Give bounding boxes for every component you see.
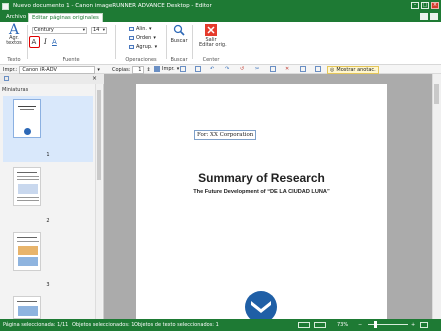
close-button[interactable]: × (431, 2, 439, 9)
maximize-button[interactable]: □ (421, 2, 429, 9)
settings-icon[interactable] (430, 13, 438, 20)
selected-text-object[interactable]: For: XX Corporation (194, 130, 257, 140)
show-annotations-button[interactable]: ◎ Mostrar anotac. (327, 66, 379, 74)
ribbon-tabs: Archivo Editar páginas originales (0, 12, 441, 22)
font-color-icon: A (32, 38, 37, 46)
font-select[interactable]: Century ▾ (32, 27, 87, 34)
app-icon (2, 2, 9, 10)
tab-editar-paginas[interactable]: Editar páginas originales (28, 13, 103, 22)
group-center: Salir Editar orig. Center (194, 24, 228, 63)
close-icon (205, 24, 217, 36)
underline-color-button[interactable]: A (52, 38, 57, 46)
search-button[interactable]: Buscar (169, 24, 189, 44)
chevron-down-icon: ▾ (154, 44, 158, 50)
thumbnail-pane: × Miniaturas 1 2 3 (0, 74, 104, 319)
align-button[interactable]: Alin. ▾ (129, 26, 151, 32)
title-bar: Nuevo documento 1 - Canon imageRUNNER AD… (0, 0, 441, 12)
text-format-icon: A (52, 38, 57, 46)
group-operaciones: Alin. ▾ Orden ▾ Agrup. ▾ Operaciones (125, 26, 158, 63)
undo-icon[interactable]: ↶ (210, 66, 216, 72)
print-button[interactable]: Impr. ▾ (154, 66, 179, 72)
spin-arrows-icon: ⇕ (146, 67, 151, 73)
zoom-out-icon[interactable]: − (358, 322, 362, 328)
tab-archivo[interactable]: Archivo (3, 13, 29, 22)
svg-text:A: A (32, 38, 37, 46)
chevron-down-icon: ▾ (176, 66, 180, 72)
zoom-level: 73% (337, 322, 349, 328)
print-toolbar: Impr.: Canon iR-ADV ▾ Copias: 1 ⇕ Impr. … (0, 65, 441, 74)
paste-icon[interactable] (270, 66, 276, 72)
thumbnail-view-icon[interactable] (4, 76, 9, 81)
thumbnail-page-4[interactable] (13, 296, 41, 319)
search-icon (173, 24, 185, 36)
minimize-button[interactable]: – (411, 2, 419, 9)
refresh-icon[interactable]: ↺ (240, 66, 246, 72)
group-icon (129, 45, 134, 49)
chevron-down-icon: ▾ (82, 28, 85, 33)
group-button[interactable]: Agrup. ▾ (129, 44, 157, 50)
italic-icon: I (44, 38, 47, 46)
fit-width-icon[interactable] (314, 322, 326, 328)
group-buscar: Buscar Buscar (167, 24, 191, 63)
page-number-3: 3 (46, 282, 50, 288)
close-icon[interactable]: × (92, 75, 97, 82)
status-bar: Página seleccionada: 1/11 Objetos selecc… (0, 319, 441, 331)
ribbon: A Agr. textos Texto Century ▾ 14 ▾ A I A F… (0, 22, 441, 65)
layout-icon[interactable] (300, 66, 306, 72)
add-text-button[interactable]: A Agr. textos (4, 23, 24, 46)
edit-tools: ↶ ↷ ↺ ✂ ✕ (180, 66, 321, 72)
italic-button[interactable]: I (44, 38, 47, 46)
document-title: Summary of Research (198, 171, 325, 185)
thumbnail-page-3[interactable] (13, 232, 41, 271)
thumbnail-scrollbar[interactable] (95, 84, 102, 319)
view-options-icon[interactable] (315, 66, 321, 72)
document-page: For: XX Corporation Summary of Research … (136, 84, 387, 324)
copies-stepper[interactable]: Copias: 1 ⇕ (112, 66, 151, 74)
document-subtitle: The Future Development of “DE LA CIUDAD … (193, 189, 330, 195)
redo-icon[interactable]: ↷ (225, 66, 231, 72)
fit-to-window-icon[interactable] (420, 322, 428, 328)
thumbnail-page-2[interactable] (13, 167, 41, 206)
document-canvas: For: XX Corporation Summary of Research … (104, 74, 432, 324)
zoom-slider-knob[interactable] (374, 321, 377, 328)
status-page-selected: Página seleccionada: 1/11 (3, 322, 69, 328)
page-icon[interactable] (180, 66, 186, 72)
font-color-button[interactable]: A (31, 38, 38, 46)
group-texto: A Agr. textos Texto (2, 23, 26, 63)
status-text-objects-selected: Objetos de texto seleccionados: 1 (134, 322, 219, 328)
copy-icon[interactable] (195, 66, 201, 72)
zoom-in-icon[interactable]: + (411, 322, 415, 328)
document-scrollbar[interactable] (432, 74, 441, 319)
annotation-icon: ◎ (330, 67, 335, 73)
chevron-down-icon: ▾ (153, 35, 156, 41)
align-icon (129, 27, 134, 31)
chevron-down-icon: ▾ (102, 28, 105, 33)
thumbnail-page-1[interactable] (13, 99, 41, 138)
page-number-2: 2 (46, 218, 50, 224)
printer-icon (154, 66, 160, 72)
help-icon[interactable] (420, 13, 428, 20)
group-fuente: Century ▾ 14 ▾ A I A Fuente (29, 24, 113, 63)
order-button[interactable]: Orden ▾ (129, 35, 156, 41)
chevron-down-icon: ▾ (148, 26, 152, 32)
font-size-select[interactable]: 14 ▾ (91, 27, 107, 34)
thumbnails-label: Miniaturas (2, 87, 29, 93)
thumbnail-pane-header: × (0, 74, 104, 84)
printer-selector[interactable]: Impr.: Canon iR-ADV ▾ (3, 66, 100, 74)
ribbon-mini-controls (420, 13, 438, 20)
fit-page-icon[interactable] (298, 322, 310, 328)
window-title: Nuevo documento 1 - Canon imageRUNNER AD… (13, 3, 212, 9)
exit-edit-button[interactable]: Salir Editar orig. (199, 24, 227, 48)
chevron-down-icon: ▾ (97, 67, 100, 73)
scrollbar-thumb[interactable] (434, 84, 439, 104)
delete-icon[interactable]: ✕ (285, 66, 291, 72)
cut-icon[interactable]: ✂ (255, 66, 261, 72)
scrollbar-thumb[interactable] (97, 90, 101, 180)
page-number-1: 1 (46, 152, 50, 158)
order-icon (129, 36, 134, 40)
status-objects-selected: Objetos seleccionados: 1 (72, 322, 135, 328)
